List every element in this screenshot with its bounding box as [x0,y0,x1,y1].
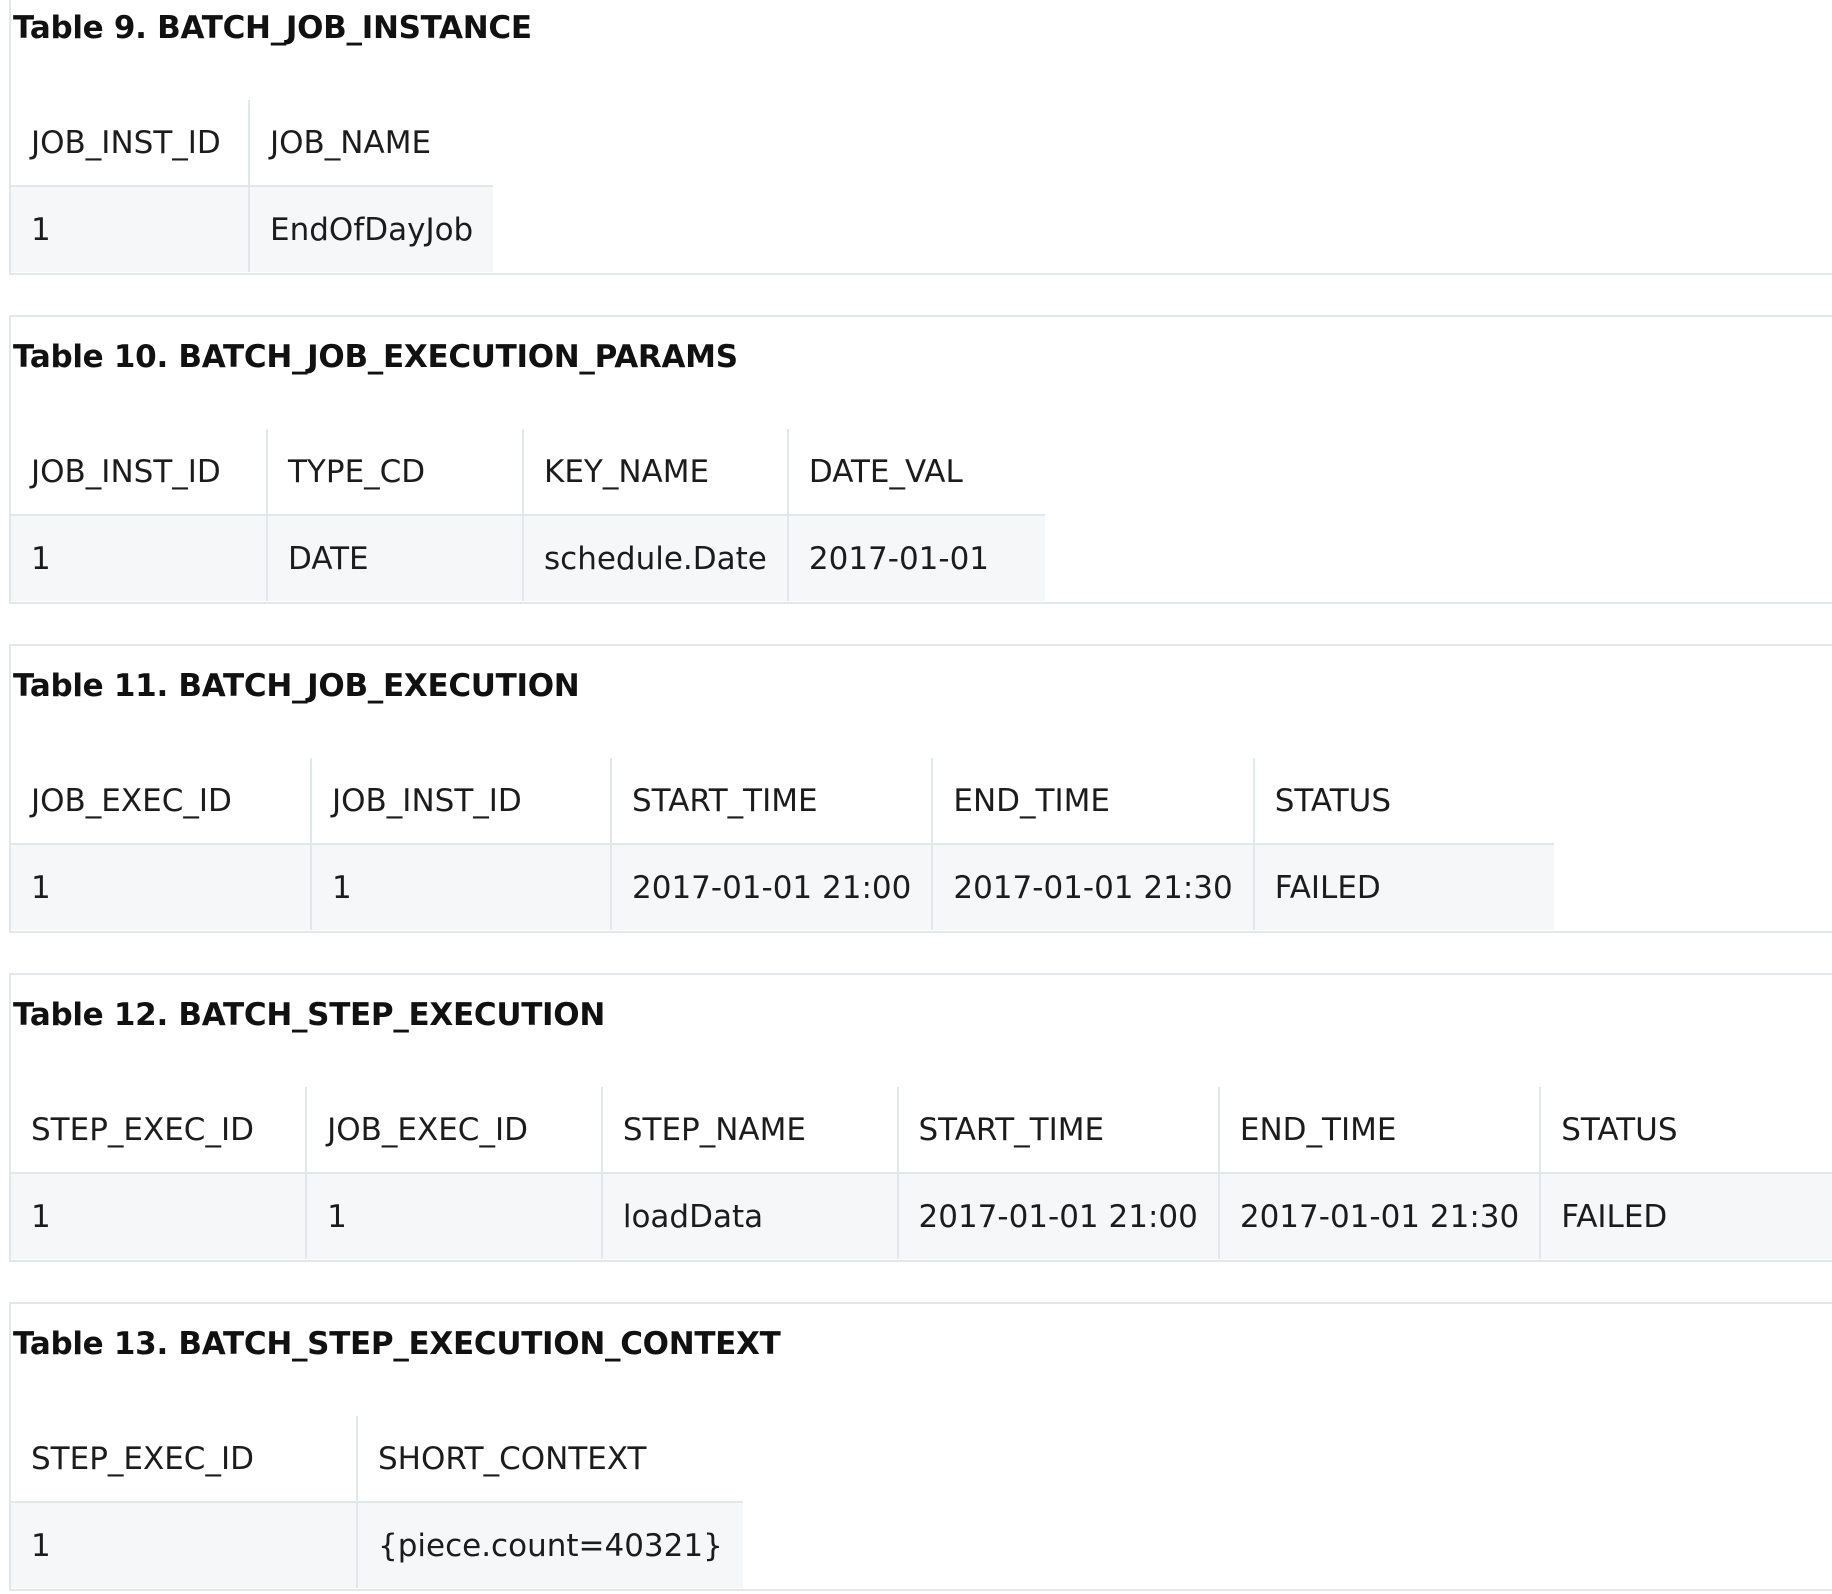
column-header: SHORT_CONTEXT [356,1416,743,1503]
table-caption: Table 11. BATCH_JOB_EXECUTION [13,668,580,704]
divider [11,273,1832,275]
table-row: 1 EndOfDayJob [11,186,494,272]
data-table: STEP_EXEC_ID JOB_EXEC_ID STEP_NAME START… [11,1087,1832,1259]
column-header: JOB_NAME [247,100,494,187]
data-table: JOB_INST_ID TYPE_CD KEY_NAME DATE_VAL 1 … [11,429,1045,601]
table-block: Table 9. BATCH_JOB_INSTANCE JOB_INST_ID … [9,0,1832,275]
table-cell: 2017-01-01 21:00 [896,1173,1219,1259]
table-cell: {piece.count=40321} [356,1502,743,1588]
table-header-row: JOB_EXEC_ID JOB_INST_ID START_TIME END_T… [11,758,1554,845]
table-caption: Table 12. BATCH_STEP_EXECUTION [13,997,605,1033]
table-cell: schedule.Date [522,515,788,601]
table-header-row: JOB_INST_ID JOB_NAME [11,100,494,187]
column-header: JOB_EXEC_ID [11,758,311,845]
table-caption: Table 10. BATCH_JOB_EXECUTION_PARAMS [13,339,738,375]
table-caption: Table 13. BATCH_STEP_EXECUTION_CONTEXT [13,1326,781,1362]
divider [11,1260,1832,1262]
column-header: STEP_NAME [600,1087,898,1174]
column-header: STATUS [1252,758,1554,845]
table-cell: 1 [11,186,249,272]
table-row: 1 DATE schedule.Date 2017-01-01 [11,515,1045,601]
table-cell: 1 [305,1173,602,1259]
divider [11,931,1832,933]
column-header: END_TIME [931,758,1254,845]
column-header: END_TIME [1217,1087,1541,1174]
column-header: STEP_EXEC_ID [11,1416,357,1503]
document-body: Table 9. BATCH_JOB_INSTANCE JOB_INST_ID … [9,0,1832,1591]
table-cell: 1 [11,1502,357,1588]
table-cell: 2017-01-01 [786,515,1045,601]
column-header: KEY_NAME [522,429,788,516]
column-header: START_TIME [609,758,933,845]
divider [11,1589,1832,1591]
table-block: Table 12. BATCH_STEP_EXECUTION STEP_EXEC… [9,973,1832,1262]
table-header-row: JOB_INST_ID TYPE_CD KEY_NAME DATE_VAL [11,429,1045,516]
column-header: STEP_EXEC_ID [11,1087,307,1174]
table-block: Table 11. BATCH_JOB_EXECUTION JOB_EXEC_I… [9,644,1832,933]
table-caption: Table 9. BATCH_JOB_INSTANCE [13,10,532,46]
column-header: JOB_INST_ID [11,429,267,516]
table-row: 1 {piece.count=40321} [11,1502,743,1588]
table-cell: 1 [11,844,311,930]
table-block: Table 13. BATCH_STEP_EXECUTION_CONTEXT S… [9,1302,1832,1591]
column-header: TYPE_CD [266,429,523,516]
column-header: JOB_EXEC_ID [305,1087,602,1174]
column-header: JOB_INST_ID [310,758,611,845]
table-cell: 1 [11,1173,307,1259]
column-header: START_TIME [896,1087,1219,1174]
table-cell: loadData [600,1173,898,1259]
table-row: 1 1 loadData 2017-01-01 21:00 2017-01-01… [11,1173,1832,1259]
table-cell: 1 [11,515,267,601]
table-cell: DATE [266,515,523,601]
table-cell: 2017-01-01 21:00 [609,844,933,930]
column-header: DATE_VAL [786,429,1045,516]
data-table: STEP_EXEC_ID SHORT_CONTEXT 1 {piece.coun… [11,1416,743,1588]
table-cell: FAILED [1539,1173,1832,1259]
table-cell: EndOfDayJob [247,186,494,272]
column-header: STATUS [1539,1087,1832,1174]
table-cell: 1 [310,844,611,930]
table-cell: 2017-01-01 21:30 [931,844,1254,930]
table-cell: FAILED [1252,844,1554,930]
column-header: JOB_INST_ID [11,100,249,187]
table-cell: 2017-01-01 21:30 [1217,1173,1541,1259]
divider [11,602,1832,604]
table-header-row: STEP_EXEC_ID SHORT_CONTEXT [11,1416,743,1503]
data-table: JOB_EXEC_ID JOB_INST_ID START_TIME END_T… [11,758,1554,930]
table-row: 1 1 2017-01-01 21:00 2017-01-01 21:30 FA… [11,844,1554,930]
table-block: Table 10. BATCH_JOB_EXECUTION_PARAMS JOB… [9,315,1832,604]
table-header-row: STEP_EXEC_ID JOB_EXEC_ID STEP_NAME START… [11,1087,1832,1174]
data-table: JOB_INST_ID JOB_NAME 1 EndOfDayJob [11,100,494,272]
